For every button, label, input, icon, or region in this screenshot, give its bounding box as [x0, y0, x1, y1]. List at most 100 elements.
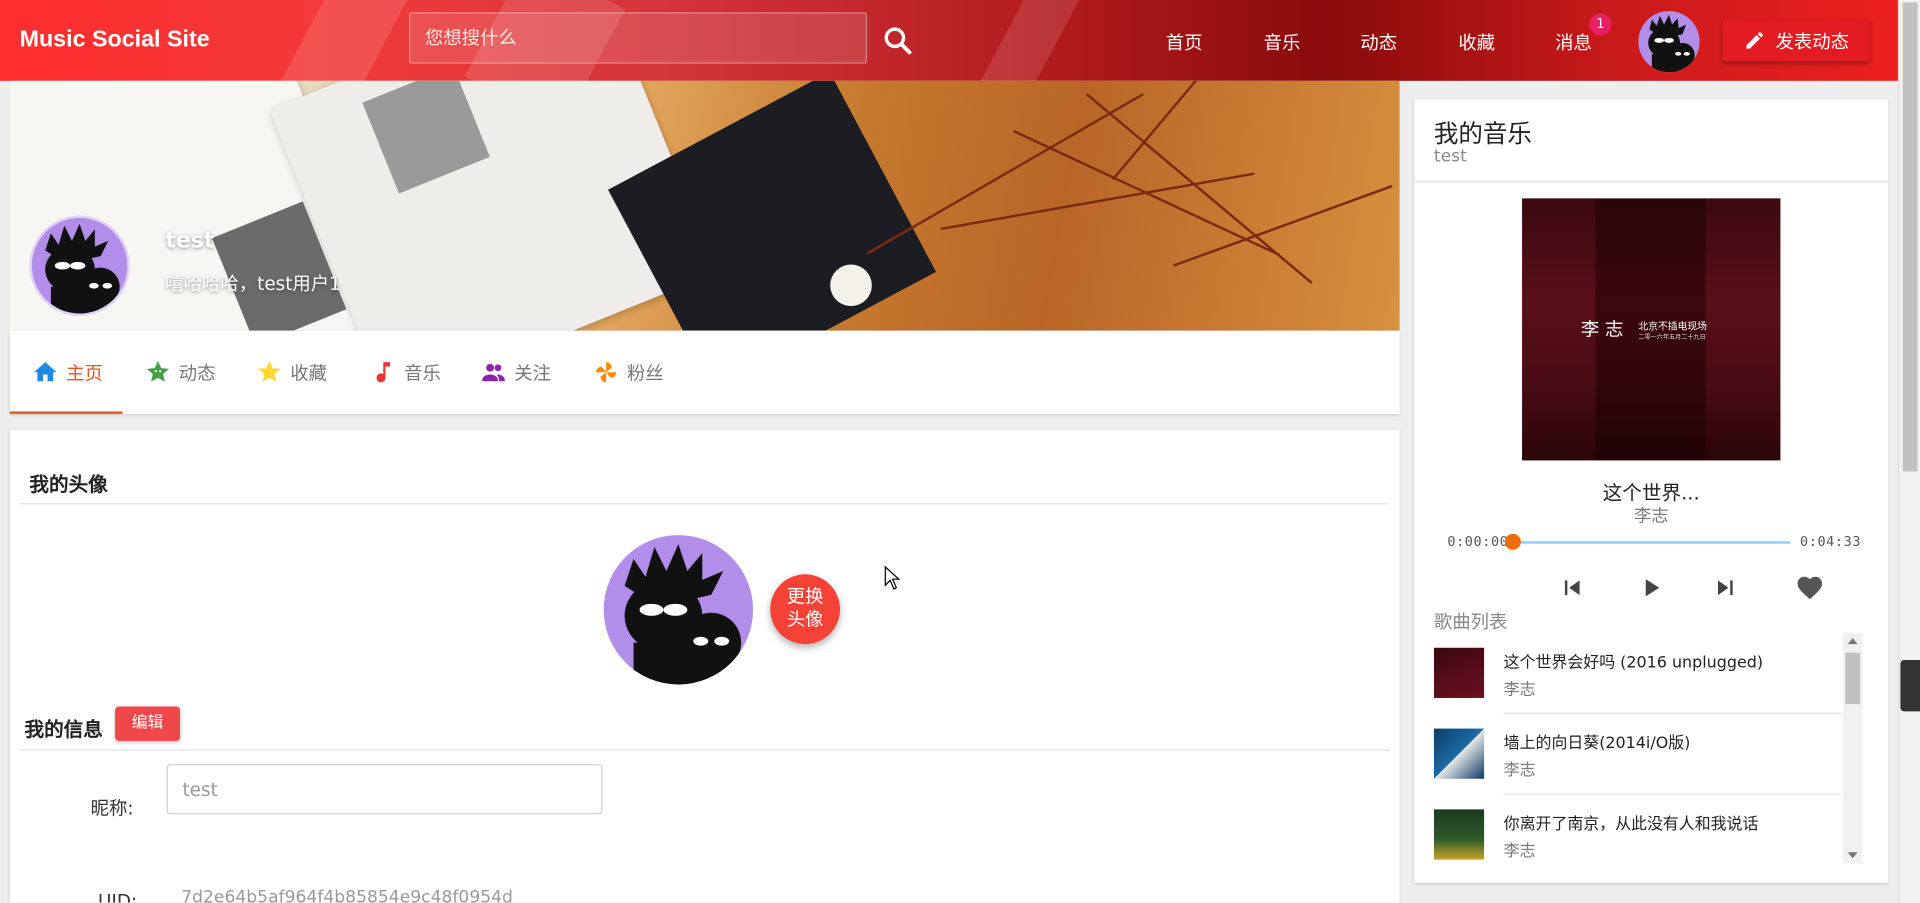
- song-thumbnail: [1433, 728, 1485, 779]
- edit-info-button[interactable]: 编辑: [115, 706, 181, 741]
- music-note-icon: [376, 362, 391, 383]
- avatar-illustration-icon: [1648, 14, 1695, 73]
- scroll-down-icon[interactable]: [1847, 852, 1858, 859]
- banner-twig: [1173, 184, 1393, 267]
- post-status-button[interactable]: 发表动态: [1722, 19, 1870, 62]
- search-icon[interactable]: [882, 24, 914, 56]
- star-icon: [258, 361, 281, 382]
- change-avatar-label: 头像: [786, 608, 824, 631]
- tab-following[interactable]: 关注: [480, 331, 551, 414]
- play-icon[interactable]: [1636, 573, 1665, 602]
- top-navbar: Music Social Site 首页 音乐 动态 收藏 消息 1: [0, 0, 1898, 81]
- info-section-title: 我的信息: [24, 717, 103, 741]
- list-item[interactable]: 你离开了南京，从此没有人和我说话 李志: [1433, 795, 1842, 866]
- divider: [1414, 181, 1889, 183]
- change-avatar-button[interactable]: 更换 头像: [770, 574, 841, 645]
- list-item[interactable]: 墙上的向日葵(2014i/O版) 李志: [1433, 714, 1842, 795]
- song-title: 这个世界会好吗 (2016 unplugged): [1503, 653, 1764, 673]
- home-icon: [34, 362, 57, 382]
- cover-artist-text: 李 志: [1580, 318, 1624, 341]
- tab-home[interactable]: 主页: [32, 331, 103, 414]
- post-status-label: 发表动态: [1775, 30, 1849, 53]
- banner-flower: [830, 264, 872, 307]
- song-artist: 李志: [1503, 761, 1536, 781]
- divider: [19, 749, 1390, 751]
- search-input[interactable]: [408, 12, 867, 64]
- now-playing-artist: 李志: [1634, 506, 1669, 527]
- panel-title: 我的音乐: [1433, 118, 1532, 149]
- header-decoration: [975, 0, 1082, 81]
- panel-owner: test: [1433, 146, 1467, 167]
- profile-tabs: 主页 动态 收藏 音乐 关注 粉丝: [9, 330, 1400, 414]
- playlist-scrollbar[interactable]: [1842, 633, 1863, 864]
- profile-settings-card: 我的头像 更换 头像 我的信息 编辑 昵称: UID: 7d2e64b5af: [9, 429, 1400, 903]
- pinwheel-icon: [596, 362, 617, 383]
- now-playing-title: 这个世界...: [1602, 481, 1700, 505]
- side-float-widget[interactable]: [1900, 660, 1920, 712]
- tab-label: 粉丝: [626, 361, 664, 384]
- page-scrollbar[interactable]: [1897, 0, 1920, 903]
- user-avatar[interactable]: [1638, 11, 1700, 73]
- nickname-label: 昵称:: [90, 797, 134, 820]
- people-icon: [482, 363, 505, 382]
- banner-twig: [1012, 129, 1281, 257]
- scroll-up-icon[interactable]: [1847, 637, 1858, 645]
- current-avatar: [603, 535, 754, 685]
- site-logo[interactable]: Music Social Site: [20, 27, 210, 54]
- header-decoration: [278, 0, 407, 81]
- change-avatar-label: 更换: [786, 585, 824, 608]
- song-title: 墙上的向日葵(2014i/O版): [1503, 734, 1691, 754]
- previous-icon[interactable]: [1558, 573, 1587, 602]
- nav-music[interactable]: 音乐: [1264, 29, 1301, 55]
- uid-label: UID:: [97, 890, 138, 903]
- progress-track[interactable]: [1512, 541, 1791, 544]
- profile-banner: test 嘻哈哈哈，test用户1: [9, 80, 1400, 331]
- time-total: 0:04:33: [1800, 533, 1862, 550]
- nav-feed[interactable]: 动态: [1360, 29, 1397, 55]
- heart-icon[interactable]: [1795, 573, 1824, 602]
- next-icon[interactable]: [1711, 573, 1740, 602]
- divider: [19, 503, 1390, 505]
- tab-label: 主页: [66, 361, 103, 384]
- playlist: 这个世界会好吗 (2016 unplugged) 李志 墙上的向日葵(2014i…: [1433, 633, 1863, 866]
- song-artist: 李志: [1503, 680, 1536, 700]
- time-elapsed: 0:00:00: [1447, 533, 1509, 550]
- avatar-illustration-icon: [45, 223, 120, 314]
- music-player-panel: 我的音乐 test 李 志 北京不插电现场 二零一六年五月二十九日 这个世界..…: [1414, 99, 1889, 883]
- nav-messages[interactable]: 消息: [1555, 29, 1592, 55]
- avatar-section-title: 我的头像: [29, 472, 108, 496]
- profile-avatar[interactable]: [29, 215, 130, 316]
- list-item[interactable]: 这个世界会好吗 (2016 unplugged) 李志: [1433, 633, 1842, 714]
- profile-signature: 嘻哈哈哈，test用户1: [165, 273, 341, 296]
- star-face-icon: [146, 361, 169, 382]
- cover-caption: 二零一六年五月二十九日: [1638, 334, 1706, 342]
- playlist-label: 歌曲列表: [1433, 611, 1508, 634]
- avatar-illustration-icon: [624, 544, 742, 685]
- uid-value: 7d2e64b5af964f4b85854e9c48f0954d: [181, 887, 513, 903]
- album-cover: 李 志 北京不插电现场 二零一六年五月二十九日: [1522, 198, 1781, 461]
- tab-favorites[interactable]: 收藏: [256, 331, 327, 414]
- profile-username: test: [165, 227, 215, 254]
- tab-music[interactable]: 音乐: [370, 331, 441, 414]
- message-count-badge: 1: [1589, 13, 1612, 36]
- pencil-icon: [1746, 32, 1763, 49]
- song-thumbnail: [1433, 809, 1485, 860]
- page: Music Social Site 首页 音乐 动态 收藏 消息 1: [0, 0, 1920, 903]
- nav-home[interactable]: 首页: [1166, 29, 1203, 55]
- tab-label: 动态: [178, 361, 216, 384]
- nav-favorites[interactable]: 收藏: [1458, 29, 1495, 55]
- active-tab-indicator: [9, 411, 123, 414]
- tab-label: 关注: [514, 361, 552, 384]
- nickname-field[interactable]: [166, 764, 603, 815]
- mouse-cursor-icon: [884, 565, 901, 590]
- song-thumbnail: [1433, 647, 1485, 698]
- song-artist: 李志: [1503, 842, 1536, 861]
- cover-caption: 北京不插电现场: [1638, 320, 1707, 332]
- tab-followers[interactable]: 粉丝: [593, 331, 664, 414]
- song-title: 你离开了南京，从此没有人和我说话: [1503, 815, 1759, 834]
- progress-knob[interactable]: [1504, 533, 1521, 550]
- scrollbar-thumb[interactable]: [1845, 652, 1861, 705]
- scrollbar-thumb[interactable]: [1902, 2, 1918, 472]
- tab-label: 收藏: [290, 361, 327, 384]
- tab-feed[interactable]: 动态: [144, 331, 216, 414]
